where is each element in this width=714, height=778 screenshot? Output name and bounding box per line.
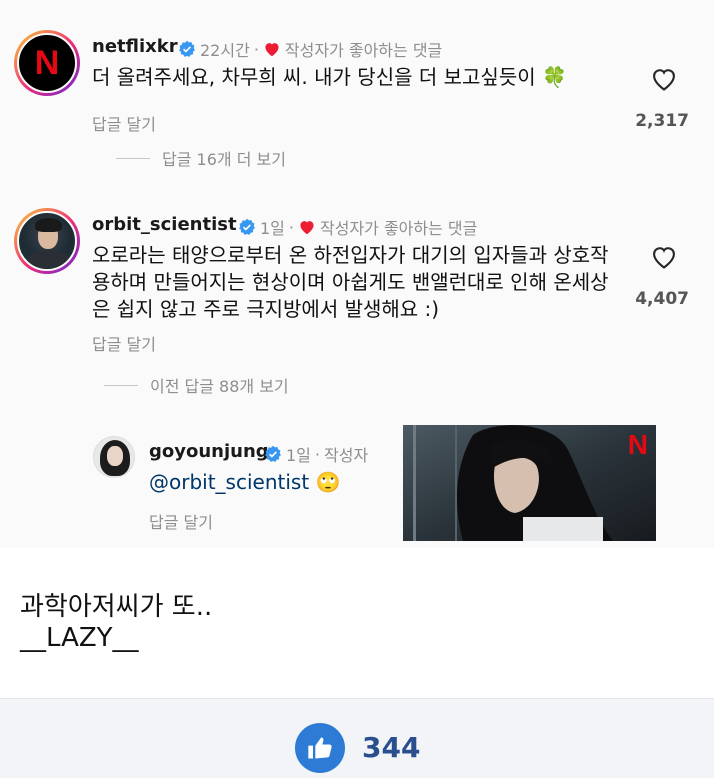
like-total-count: 344 <box>362 731 421 764</box>
separator-dot: · <box>314 444 320 464</box>
like-heart-icon[interactable] <box>650 66 678 92</box>
reply-button[interactable]: 답글 달기 <box>149 509 213 533</box>
rolling-eyes-emoji: 🙄 <box>315 470 341 494</box>
verified-badge-icon <box>239 218 255 235</box>
avatar-hair <box>35 218 62 232</box>
comment-username[interactable]: orbit_scientist <box>92 214 237 235</box>
avatar-shirt <box>27 251 71 269</box>
comment-text-row: 더 올려주세요, 차무희 씨. 내가 당신을 더 보고싶듯이 🍀 <box>92 64 567 91</box>
comment-text-line: 오로라는 태양으로부터 온 하전입자가 대기의 입자들과 상호작 <box>92 243 609 267</box>
orbit-scientist-avatar[interactable] <box>14 208 80 274</box>
verified-badge-icon <box>179 40 195 57</box>
reply-username[interactable]: goyounjung <box>149 441 269 462</box>
like-footer: 344 <box>0 698 714 778</box>
mention-link[interactable]: @orbit_scientist <box>149 470 309 494</box>
reply-button[interactable]: 답글 달기 <box>92 331 156 355</box>
comment-text: 오로라는 태양으로부터 온 하전입자가 대기의 입자들과 상호작 용하며 만들어… <box>92 242 632 323</box>
comment-username[interactable]: netflixkr <box>92 36 178 57</box>
post-caption-line: 과학아저씨가 또.. <box>20 592 213 622</box>
netflix-logo-icon: N <box>34 43 60 82</box>
like-count: 4,407 <box>635 289 689 309</box>
view-replies-button[interactable]: 이전 답글 88개 보기 <box>104 373 289 397</box>
comment-text-line: 은 쉽지 않고 주로 극지방에서 발생해요 :) <box>92 297 440 321</box>
creator-heart-icon <box>265 43 279 57</box>
comment-text: 더 올려주세요, 차무희 씨. 내가 당신을 더 보고싶듯이 <box>92 65 536 89</box>
creator-liked-label: 작성자가 좋아하는 댓글 <box>320 219 478 238</box>
netflixkr-avatar[interactable]: N <box>14 30 80 96</box>
divider-line <box>104 384 138 386</box>
like-heart-icon[interactable] <box>650 244 678 270</box>
creator-heart-icon <box>300 221 314 235</box>
thumbs-up-icon <box>308 737 332 759</box>
separator-dot: · <box>288 217 294 237</box>
author-badge: 작성자 <box>324 446 369 465</box>
goyounjung-avatar[interactable] <box>93 436 135 478</box>
separator-dot: · <box>253 39 259 59</box>
like-button[interactable] <box>295 723 345 773</box>
drama-still-image: N <box>403 425 656 541</box>
reply-text: @orbit_scientist 🙄 <box>149 469 340 496</box>
reply-time: 1일 <box>286 446 311 465</box>
clover-emoji: 🍀 <box>541 65 567 89</box>
divider-line <box>116 157 150 159</box>
comment-time: 1일 <box>260 219 285 238</box>
view-replies-label: 이전 답글 88개 보기 <box>150 377 289 396</box>
verified-badge-icon <box>265 445 281 462</box>
creator-liked-label: 작성자가 좋아하는 댓글 <box>284 41 443 60</box>
comment-screenshot: N netflixkr 22시간 · 작성자가 좋아하는 댓글 더 올려주세요,… <box>0 0 714 548</box>
reply-button[interactable]: 답글 달기 <box>92 111 156 135</box>
post-caption-signature: __LAZY__ <box>20 623 139 653</box>
drama-scene-graphic <box>403 425 656 541</box>
view-replies-button[interactable]: 답글 16개 더 보기 <box>116 146 286 170</box>
netflix-logo-icon: N <box>627 429 648 460</box>
avatar-face <box>107 446 123 466</box>
like-count: 2,317 <box>635 111 689 131</box>
view-replies-label: 답글 16개 더 보기 <box>162 150 286 169</box>
comment-text-line: 용하며 만들어지는 현상이며 아쉽게도 밴앨런대로 인해 온세상 <box>92 270 609 294</box>
comment-time: 22시간 <box>200 41 250 60</box>
